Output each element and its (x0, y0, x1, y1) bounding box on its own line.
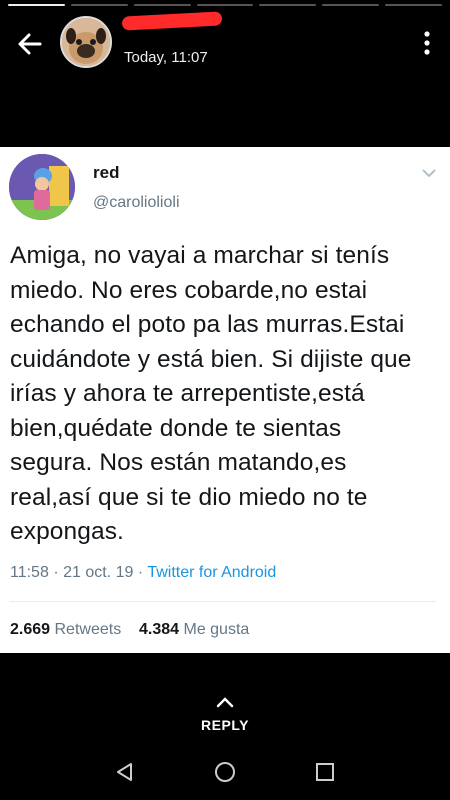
story-progress-segment (8, 4, 65, 6)
square-recents-icon (316, 763, 334, 781)
tweet-stats: 2.669 Retweets 4.384 Me gusta (10, 621, 249, 639)
divider (10, 601, 436, 602)
tweet-meta: 11:58 · 21 oct. 19 · Twitter for Android (10, 564, 276, 582)
tweet-date[interactable]: 21 oct. 19 (63, 564, 133, 581)
tweet-author-handle[interactable]: @caroliolioli (93, 194, 180, 212)
more-options-button[interactable] (420, 28, 434, 58)
tweet-author-name[interactable]: red (93, 163, 119, 183)
tweet-body: Amiga, no vayai a marchar si tenís miedo… (10, 242, 412, 545)
meta-separator: · (137, 564, 148, 581)
story-progress (8, 4, 443, 6)
more-vertical-icon (424, 31, 430, 55)
story-progress-segment (385, 4, 443, 6)
tweet-options-button[interactable] (422, 165, 436, 178)
story-progress-segment (196, 4, 254, 6)
arrow-left-icon (18, 33, 42, 55)
navigation-bar (0, 744, 450, 800)
triangle-back-icon (117, 763, 132, 781)
story-progress-segment (322, 4, 380, 6)
redacted-username (121, 11, 223, 31)
tweet-card: red @caroliolioli Amiga, no vayai a marc… (0, 147, 450, 653)
story-timestamp: Today, 11:07 (124, 49, 208, 66)
reply-label: REPLY (201, 717, 249, 733)
tweet-time: 11:58 (10, 564, 49, 581)
likes-label[interactable]: Me gusta (183, 621, 249, 638)
story-progress-segment (70, 4, 128, 6)
chevron-up-icon (216, 697, 234, 708)
retweets-label[interactable]: Retweets (55, 621, 122, 638)
story-progress-segment (259, 4, 317, 6)
nav-recents-button[interactable] (313, 760, 337, 784)
chevron-down-icon (422, 169, 436, 178)
likes-count[interactable]: 4.384 (139, 621, 179, 638)
story-progress-fill (8, 4, 65, 6)
nav-back-button[interactable] (113, 760, 137, 784)
tweet-source-link[interactable]: Twitter for Android (147, 564, 276, 581)
avatar[interactable] (60, 16, 112, 68)
back-button[interactable] (14, 28, 46, 60)
retweets-count[interactable]: 2.669 (10, 621, 50, 638)
meta-separator: · (53, 564, 64, 581)
tweet-avatar[interactable] (9, 154, 75, 220)
nav-home-button[interactable] (213, 760, 237, 784)
story-header: Today, 11:07 (0, 11, 450, 74)
story-progress-segment (133, 4, 191, 6)
circle-home-icon (215, 762, 235, 782)
reply-button[interactable]: REPLY (0, 690, 450, 740)
